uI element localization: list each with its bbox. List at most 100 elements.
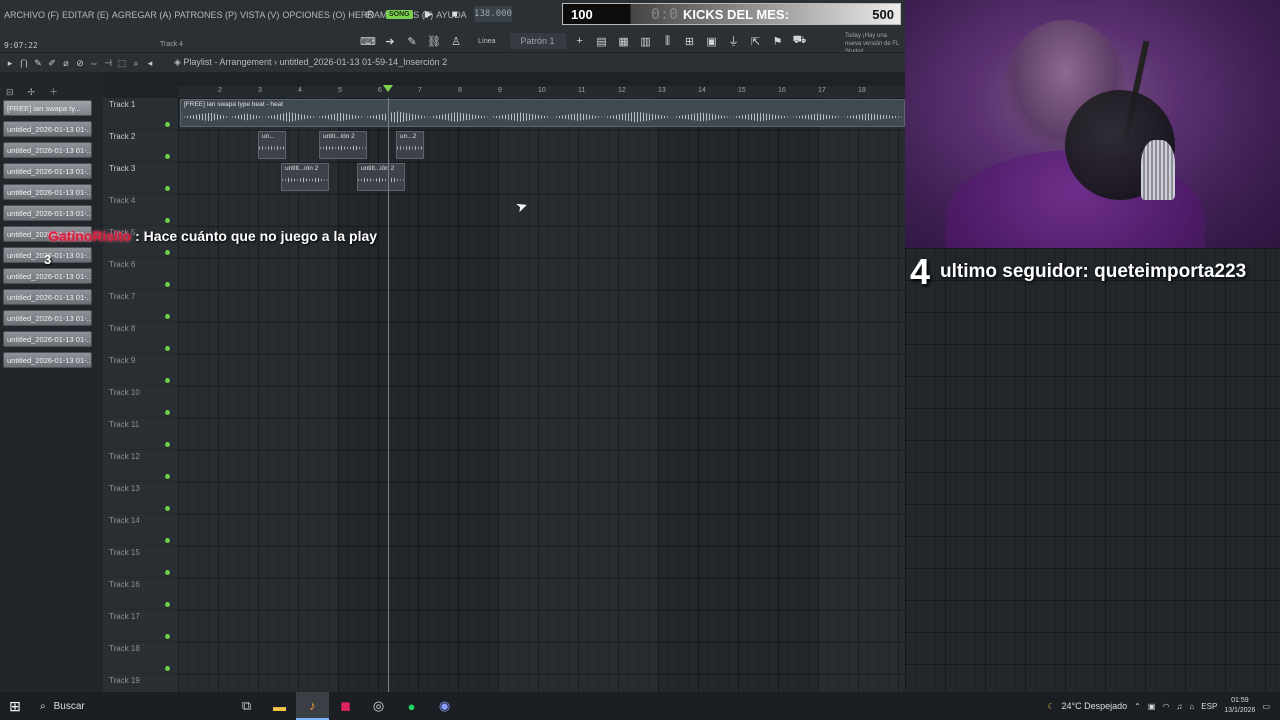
language-indicator[interactable]: ESP bbox=[1201, 702, 1217, 711]
picker-expand-icon[interactable]: ✢ bbox=[28, 87, 36, 98]
track-mute-led[interactable] bbox=[165, 346, 170, 351]
piano-roll-icon[interactable]: ▥ bbox=[638, 33, 654, 49]
picker-clip-item[interactable]: untitled_2026-01-13 01-... bbox=[3, 163, 92, 179]
track-mute-led[interactable] bbox=[165, 506, 170, 511]
picker-clip-item[interactable]: untitled_2026-01-13 01-... bbox=[3, 310, 92, 326]
track-mute-led[interactable] bbox=[165, 410, 170, 415]
edison-icon[interactable]: ⇱ bbox=[748, 33, 764, 49]
playlist-icon[interactable]: ▤ bbox=[594, 33, 610, 49]
track-mute-led[interactable] bbox=[165, 634, 170, 639]
picker-clip-item[interactable]: untitled_2026-01-13 01-... bbox=[3, 184, 92, 200]
pencil-icon[interactable]: ✎ bbox=[404, 33, 420, 49]
track-header[interactable]: Track 11 bbox=[103, 418, 178, 450]
track-header[interactable]: Track 7 bbox=[103, 290, 178, 322]
file-explorer-icon[interactable]: ▬ bbox=[263, 692, 296, 720]
picker-clip-item[interactable]: untitled_2026-01-13 01-... bbox=[3, 268, 92, 284]
track-mute-led[interactable] bbox=[165, 218, 170, 223]
track-mute-led[interactable] bbox=[165, 570, 170, 575]
typing-keyboard-icon[interactable]: ⌨ bbox=[360, 33, 376, 49]
arrow-right-icon[interactable]: ➜ bbox=[382, 33, 398, 49]
track-mute-led[interactable] bbox=[165, 186, 170, 191]
menu-opciones[interactable]: OPCIONES (O) bbox=[282, 10, 345, 20]
track-mute-led[interactable] bbox=[165, 474, 170, 479]
wifi-icon[interactable]: ◠ bbox=[1162, 702, 1169, 711]
tray-app-icon[interactable]: ▣ bbox=[1148, 702, 1156, 711]
audio-clip-main[interactable]: [FREE] ian swapa type beat - heat bbox=[180, 99, 905, 127]
plugin-icon[interactable]: ▣ bbox=[704, 33, 720, 49]
track-header[interactable]: Track 12 bbox=[103, 450, 178, 482]
track-mute-led[interactable] bbox=[165, 378, 170, 383]
browser-icon[interactable]: ⊞ bbox=[682, 33, 698, 49]
track-mute-led[interactable] bbox=[165, 442, 170, 447]
track-header[interactable]: Track 13 bbox=[103, 482, 178, 514]
track-mute-led[interactable] bbox=[165, 666, 170, 671]
track-header[interactable]: Track 3 bbox=[103, 162, 178, 194]
spotify-icon[interactable]: ● bbox=[395, 692, 428, 720]
pattern-selector[interactable]: Patrón 1 bbox=[509, 33, 566, 49]
audio-clip-track2-a[interactable]: un... bbox=[258, 131, 286, 159]
track-header[interactable]: Track 9 bbox=[103, 354, 178, 386]
draw-tool-icon[interactable]: ✎ bbox=[32, 57, 44, 69]
playlist-grid[interactable]: [FREE] ian swapa type beat - heat un... … bbox=[178, 98, 905, 692]
weather-text[interactable]: 24°C Despejado bbox=[1062, 701, 1128, 711]
playhead-marker-icon[interactable] bbox=[383, 85, 393, 92]
discord-icon[interactable]: ◉ bbox=[428, 692, 461, 720]
menu-vista[interactable]: VISTA (V) bbox=[240, 10, 279, 20]
volume-icon[interactable]: ♫ bbox=[1176, 702, 1182, 711]
magnet-icon[interactable]: ⋂ bbox=[18, 57, 30, 69]
clock-area[interactable]: 01:59 13/1/2026 bbox=[1224, 696, 1255, 716]
track-mute-led[interactable] bbox=[165, 282, 170, 287]
menu-editar[interactable]: EDITAR (E) bbox=[62, 10, 109, 20]
notification-icon[interactable]: ▭ bbox=[1262, 702, 1270, 711]
picker-all-icon[interactable]: ⊟ bbox=[6, 87, 14, 98]
menu-archivo[interactable]: ARCHIVO (F) bbox=[4, 10, 59, 20]
mute-tool-icon[interactable]: ⊘ bbox=[74, 57, 86, 69]
cart-icon[interactable]: ⛟ bbox=[792, 33, 808, 49]
playback-tool-icon[interactable]: ◂ bbox=[144, 57, 156, 69]
track-mute-led[interactable] bbox=[165, 154, 170, 159]
picker-clip-item[interactable]: untitled_2026-01-13 01-... bbox=[3, 121, 92, 137]
audio-clip-track2-c[interactable]: un...2 bbox=[396, 131, 424, 159]
slip-tool-icon[interactable]: ⇔ bbox=[88, 57, 100, 69]
track-header[interactable]: Track 1 bbox=[103, 98, 178, 130]
track-mute-led[interactable] bbox=[165, 602, 170, 607]
picker-clip-item[interactable]: [FREE] ian swapa ty... bbox=[3, 100, 92, 116]
menu-patrones[interactable]: PATRONES (P) bbox=[174, 10, 237, 20]
track-mute-led[interactable] bbox=[165, 122, 170, 127]
picker-clip-item[interactable]: untitled_2026-01-13 01-... bbox=[3, 352, 92, 368]
mixer-icon[interactable]: ⫼ bbox=[660, 33, 676, 49]
picker-clip-item[interactable]: untitled_2026-01-13 01-... bbox=[3, 331, 92, 347]
picker-add-icon[interactable]: ＋ bbox=[49, 85, 58, 98]
delete-tool-icon[interactable]: ⌀ bbox=[60, 57, 72, 69]
browser-app-icon[interactable]: ◎ bbox=[362, 692, 395, 720]
link-icon[interactable]: ⛓ bbox=[426, 33, 442, 49]
stop-button[interactable]: ■ bbox=[445, 4, 465, 24]
song-mode-toggle[interactable]: SONG bbox=[386, 9, 413, 19]
picker-clip-item[interactable]: untitled_2026-01-13 01-... bbox=[3, 289, 92, 305]
audio-clip-track3-a[interactable]: untitl...ión 2 bbox=[281, 163, 329, 191]
zoom-tool-icon[interactable]: ⌕ bbox=[130, 57, 142, 69]
play-button[interactable]: ▶ bbox=[419, 4, 439, 24]
windows-start-icon[interactable]: ⊞ bbox=[0, 692, 30, 720]
tempo-display[interactable]: 138.000 bbox=[474, 6, 512, 22]
audio-clip-track3-b[interactable]: untitl...ión 2 bbox=[357, 163, 405, 191]
track-header[interactable]: Track 14 bbox=[103, 514, 178, 546]
track-mute-led[interactable] bbox=[165, 538, 170, 543]
fl-studio-icon[interactable]: ♪ bbox=[296, 692, 329, 720]
track-header[interactable]: Track 2 bbox=[103, 130, 178, 162]
paint-tool-icon[interactable]: ✐ bbox=[46, 57, 58, 69]
taskbar-search[interactable]: ⌕ Buscar bbox=[30, 692, 230, 720]
track-mute-led[interactable] bbox=[165, 250, 170, 255]
channel-rack-icon[interactable]: ▦ bbox=[616, 33, 632, 49]
play-arrow-icon[interactable]: ▸ bbox=[4, 57, 16, 69]
obs-app-icon[interactable]: ◼ bbox=[329, 692, 362, 720]
track-header[interactable]: Track 15 bbox=[103, 546, 178, 578]
track-header[interactable]: Track 8 bbox=[103, 322, 178, 354]
track-header[interactable]: Track 6 bbox=[103, 258, 178, 290]
track-header[interactable]: Track 18 bbox=[103, 642, 178, 674]
audio-clip-track2-b[interactable]: untit...ión 2 bbox=[319, 131, 367, 159]
track-mute-led[interactable] bbox=[165, 314, 170, 319]
picker-clip-item[interactable]: untitled_2026-01-13 01-... bbox=[3, 205, 92, 221]
menu-agregar[interactable]: AGREGAR (A) bbox=[112, 10, 172, 20]
select-tool-icon[interactable]: ⬚ bbox=[116, 57, 128, 69]
